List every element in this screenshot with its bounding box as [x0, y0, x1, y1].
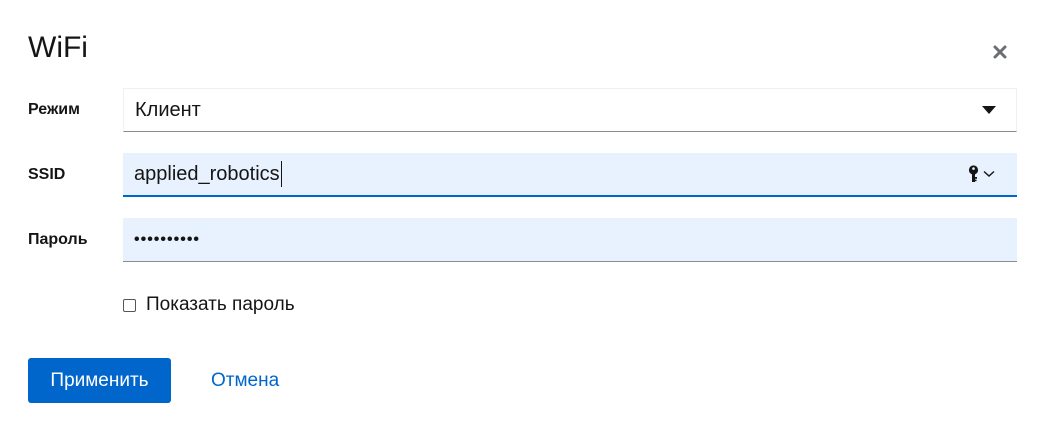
chevron-down-icon [983, 170, 995, 177]
mode-select[interactable]: Клиент [123, 88, 1017, 132]
ssid-input[interactable]: applied_robotics [123, 153, 1017, 197]
show-password-checkbox[interactable] [123, 298, 136, 312]
password-value: •••••••••• [134, 230, 201, 248]
dialog-title: WiFi [28, 31, 88, 64]
key-icon [968, 165, 979, 182]
password-label: Пароль [28, 231, 88, 248]
saved-credentials-button[interactable] [968, 165, 995, 183]
mode-label: Режим [28, 101, 80, 118]
caret-down-icon [982, 106, 996, 114]
mode-selected-value: Клиент [135, 98, 201, 121]
ssid-value: applied_robotics [134, 162, 280, 185]
apply-button[interactable]: Применить [28, 358, 171, 403]
show-password-label: Показать пароль [146, 294, 295, 315]
show-password-option[interactable]: Показать пароль [123, 294, 295, 316]
ssid-label: SSID [28, 166, 66, 183]
password-input[interactable]: •••••••••• [123, 218, 1017, 262]
text-cursor [280, 161, 282, 187]
cancel-button[interactable]: Отмена [211, 370, 279, 392]
close-icon [993, 45, 1007, 59]
close-button[interactable] [988, 40, 1012, 64]
wifi-dialog: WiFi Режим Клиент SSID applied_robotics … [0, 0, 1041, 425]
